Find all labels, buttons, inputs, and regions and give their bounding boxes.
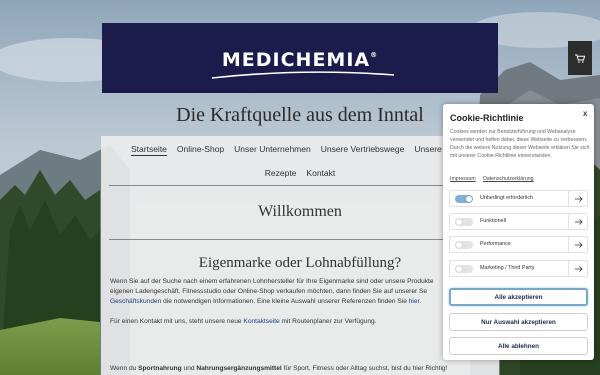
arrow-right-icon[interactable] xyxy=(568,237,588,252)
reject-all-button[interactable]: Alle ablehnen xyxy=(449,337,588,355)
divider xyxy=(109,185,489,186)
sport-text: Wenn du xyxy=(110,365,139,372)
kontaktseite-link[interactable]: Kontaktseite xyxy=(243,318,279,325)
page-title: Willkommen xyxy=(258,203,342,220)
contact-text: Für einen Kontakt mit uns, steht unsere … xyxy=(110,318,244,325)
nav-item-unsere[interactable]: Unsere xyxy=(409,144,446,154)
content-card: Startseite Online-Shop Unser Unternehmen… xyxy=(101,136,499,375)
intro-text-line1: Wenn Sie auf der Suche nach einem erfahr… xyxy=(110,278,434,285)
nav-item-rezepte[interactable]: Rezepte xyxy=(260,168,302,178)
header-banner: MEDICHEMIA® xyxy=(102,23,498,93)
datenschutz-link[interactable]: Datenschutzerklärung xyxy=(483,176,533,182)
cookie-title: Cookie-Richtlinie xyxy=(450,113,524,123)
arrow-right-icon[interactable] xyxy=(568,214,588,229)
nahrungsergaenzung-term: Nahrungsergänzungsmittel xyxy=(196,365,282,372)
logo-swoosh-icon xyxy=(211,71,395,79)
impressum-link[interactable]: Impressum xyxy=(450,176,476,182)
site-tagline: Die Kraftquelle aus dem Inntal xyxy=(176,104,424,126)
accept-selection-button[interactable]: Nur Auswahl akzeptieren xyxy=(449,313,588,331)
cookie-description: Cookies werden zur Benutzerführung und W… xyxy=(450,129,590,159)
section-heading: Eigenmarke oder Lohnabfüllung? xyxy=(198,255,402,271)
geschaeftskunden-link[interactable]: Geschäftskunden xyxy=(110,298,161,305)
cookie-category-label: Funktionell xyxy=(480,218,507,224)
sportnahrung-term: Sportnahrung xyxy=(138,365,182,372)
shopping-cart-icon xyxy=(575,54,585,63)
cookie-links: Impressum Datenschutzerklärung xyxy=(450,176,540,182)
sport-text-and: und xyxy=(181,365,197,372)
nav-item-unsere-vertriebswege[interactable]: Unsere Vertriebswege xyxy=(316,144,410,154)
brand-logo[interactable]: MEDICHEMIA® xyxy=(102,49,498,71)
cookie-consent-panel: Cookie-Richtlinie x Cookies werden zur B… xyxy=(443,104,594,360)
nav-item-online-shop[interactable]: Online-Shop xyxy=(172,144,229,154)
referenzen-link[interactable]: hier xyxy=(409,298,420,305)
cookie-category-row: Unbedingt erforderlich xyxy=(449,190,588,207)
cookie-category-label: Marketing / Third Party xyxy=(480,265,535,271)
intro-paragraph: Wenn Sie auf der Suche nach einem erfahr… xyxy=(110,277,499,307)
toggle-funktionell[interactable] xyxy=(455,218,473,226)
divider xyxy=(109,239,489,240)
intro-text-end: . xyxy=(419,298,422,305)
cookie-category-label: Unbedingt erforderlich xyxy=(480,195,534,201)
nav-item-startseite[interactable]: Startseite xyxy=(126,144,172,154)
sport-paragraph: Wenn du Sportnahrung und Nahrungsergänzu… xyxy=(110,364,499,374)
cookie-category-label: Performance xyxy=(480,241,511,247)
sport-text-end: für Sport, Fitness oder Alltag suchst, b… xyxy=(281,365,448,372)
cookie-category-row: Marketing / Third Party xyxy=(449,260,588,277)
toggle-performance[interactable] xyxy=(455,241,473,249)
main-nav: Startseite Online-Shop Unser Unternehmen… xyxy=(101,144,499,154)
main-nav-row2: Rezepte Kontakt xyxy=(101,168,499,178)
arrow-right-icon[interactable] xyxy=(568,191,588,206)
contact-text-end: mit Routenplaner zur Verfügung. xyxy=(279,318,377,325)
intro-text-line2: eigenen Ladengeschäft, Fitnessstudio ode… xyxy=(110,288,428,295)
contact-paragraph: Für einen Kontakt mit uns, steht unsere … xyxy=(110,317,499,327)
registered-mark: ® xyxy=(370,51,379,59)
nav-item-unser-unternehmen[interactable]: Unser Unternehmen xyxy=(229,144,316,154)
accept-all-button[interactable]: Alle akzeptieren xyxy=(449,288,588,306)
cookie-category-row: Performance xyxy=(449,236,588,253)
arrow-right-icon[interactable] xyxy=(568,261,588,276)
toggle-marketing-third-party[interactable] xyxy=(455,265,473,273)
toggle-unbedingt-erforderlich[interactable] xyxy=(455,195,473,203)
cart-button[interactable] xyxy=(568,41,592,75)
cookie-category-row: Funktionell xyxy=(449,213,588,230)
close-icon[interactable]: x xyxy=(583,109,587,118)
brand-logo-text: MEDICHEMIA xyxy=(221,49,371,71)
intro-text-line3: die notwendigen Informationen. Eine klei… xyxy=(161,298,409,305)
nav-item-kontakt[interactable]: Kontakt xyxy=(301,168,340,178)
